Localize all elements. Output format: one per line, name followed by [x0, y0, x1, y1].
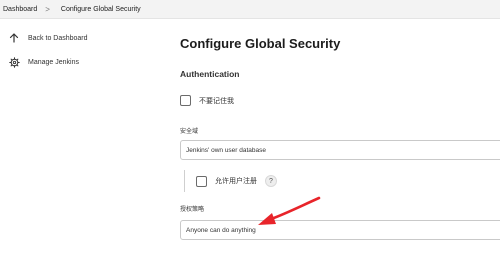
annotation-arrow-overlay [258, 196, 321, 225]
red-arrow-icon [258, 196, 321, 225]
